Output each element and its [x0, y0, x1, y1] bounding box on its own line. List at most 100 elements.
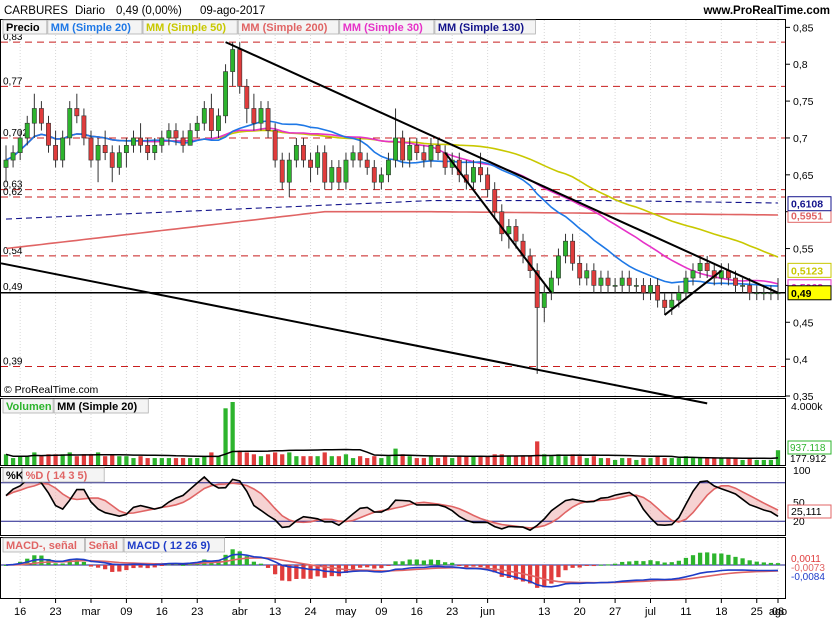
candle-body — [53, 145, 59, 161]
volume-bar — [3, 454, 9, 465]
value-tag: 0,49 — [791, 288, 812, 300]
volume-bar — [386, 456, 391, 465]
volume-bar — [322, 452, 327, 465]
volume-bar — [549, 456, 554, 465]
resistance-label: 0,702 — [3, 128, 28, 139]
volume-bar — [648, 458, 653, 465]
candle-body — [201, 108, 207, 124]
macd-legend-item: MACD-, señal — [6, 540, 77, 552]
candle-body — [577, 262, 583, 279]
volume-bar — [733, 458, 738, 465]
candle-body — [116, 152, 122, 168]
date-tick-label: abr — [232, 606, 248, 618]
volume-bar — [74, 456, 79, 465]
volume-bar — [280, 454, 285, 465]
macd-histogram-bar — [457, 565, 462, 566]
candle-body — [662, 299, 668, 308]
volume-bar — [209, 452, 214, 465]
volume-bar — [563, 456, 568, 465]
volume-bar — [265, 454, 271, 465]
macd-histogram-bar — [612, 563, 618, 565]
volume-bar — [315, 456, 320, 465]
macd-histogram-bar — [358, 565, 363, 568]
candle-body — [81, 115, 87, 139]
macd-histogram-bar — [591, 565, 596, 567]
site-url: www.ProRealTime.com — [702, 5, 830, 17]
candle-body — [286, 159, 292, 183]
macd-histogram-bar — [379, 565, 384, 569]
price-tick-label: 0,85 — [793, 22, 814, 34]
candle-body — [46, 122, 51, 146]
candle-body — [428, 145, 434, 161]
volume-bar — [39, 456, 44, 465]
candle-body — [740, 285, 746, 287]
volume-bar — [513, 456, 519, 465]
macd-histogram-bar — [131, 565, 136, 569]
candle-body — [393, 137, 398, 161]
candle-body — [272, 130, 278, 161]
volume-bar — [435, 458, 441, 465]
macd-histogram-bar — [407, 559, 412, 565]
date-tick-label: 23 — [49, 606, 61, 618]
volume-bar — [414, 458, 419, 465]
candle-body — [563, 240, 568, 257]
volume-bar — [294, 456, 299, 465]
macd-histogram-bar — [676, 560, 681, 565]
macd-histogram-bar — [683, 557, 689, 565]
macd-histogram-bar — [280, 565, 285, 581]
macd-histogram-bar — [110, 565, 115, 572]
date-tick-label: 13 — [269, 606, 281, 618]
volume-bar — [358, 456, 363, 465]
volume-bar — [223, 408, 228, 465]
volume-bar — [527, 456, 533, 465]
volume-bar — [457, 456, 462, 465]
volume-bar — [18, 456, 23, 465]
candle-body — [626, 277, 632, 286]
candle-body — [754, 292, 760, 295]
macd-histogram-bar — [372, 565, 377, 569]
volume-bar — [620, 458, 625, 465]
volume-bar — [88, 454, 94, 465]
last-price: 0,49 (0,00%) — [116, 5, 182, 17]
macd-histogram-bar — [251, 561, 257, 565]
volume-bar — [216, 456, 221, 465]
value-tag: 0,5123 — [791, 265, 823, 277]
volume-bar — [188, 458, 193, 465]
volume-bar — [598, 458, 604, 465]
resistance-label: 0,77 — [3, 76, 23, 87]
macd-histogram-bar — [88, 565, 94, 567]
volume-bar — [336, 456, 342, 465]
technical-chart[interactable]: CARBURES Diario 0,49 (0,00%) 09-ago-2017… — [0, 0, 835, 620]
candle-body — [293, 145, 299, 161]
volume-bar — [591, 456, 596, 465]
volume-bar — [145, 458, 150, 465]
date-tick-label: 16 — [14, 606, 26, 618]
macd-histogram-bar — [641, 561, 646, 565]
candle-body — [690, 270, 696, 279]
macd-histogram-bar — [336, 565, 342, 577]
candle-body — [336, 167, 342, 183]
macd-histogram-bar — [117, 565, 122, 572]
macd-histogram-bar — [471, 565, 476, 567]
candle-body — [237, 49, 243, 87]
volume-bar — [761, 459, 766, 465]
candle-body — [541, 292, 547, 308]
macd-histogram-bar — [620, 561, 625, 565]
macd-histogram-bar — [258, 563, 264, 565]
candle-body — [315, 152, 321, 168]
candle-body — [166, 130, 172, 139]
candle-body — [258, 108, 264, 124]
volume-bar — [726, 458, 731, 465]
candle-body — [371, 167, 377, 183]
volume-bar — [747, 458, 752, 465]
volume-bar — [719, 458, 724, 465]
volume-bar — [159, 458, 164, 465]
macd-histogram-bar — [754, 561, 759, 565]
resistance-label: 0,39 — [3, 357, 23, 368]
macd-histogram-bar — [428, 559, 434, 565]
candle-body — [145, 145, 151, 154]
candle-body — [31, 108, 37, 124]
macd-histogram-bar — [726, 554, 731, 565]
volume-bar — [195, 458, 200, 465]
macd-histogram-bar — [124, 565, 129, 571]
